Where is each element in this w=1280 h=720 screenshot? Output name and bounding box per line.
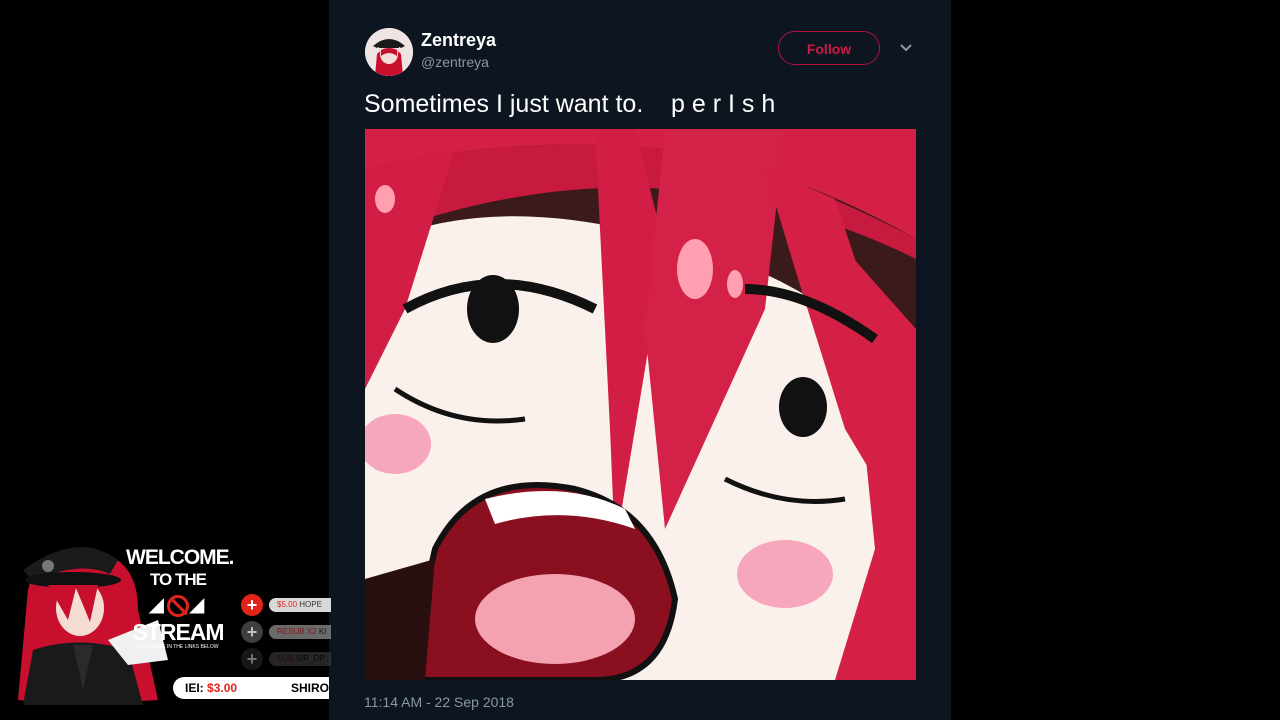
feed-pill: RESUB X2 KI — [269, 625, 331, 639]
plus-icon: + — [241, 621, 263, 643]
feed-pill: $5.00 HOPE — [269, 598, 331, 612]
welcome-title: WELCOME. — [126, 546, 235, 569]
goal-label: IEI: — [185, 681, 204, 695]
display-name[interactable]: Zentreya — [421, 30, 496, 51]
welcome-stream: STREAM — [132, 619, 224, 645]
tweet-timestamp[interactable]: 11:14 AM - 22 Sep 2018 — [364, 694, 514, 710]
no-sign-icon — [167, 594, 189, 617]
donation-goal-bar: IEI: $3.00 SHIRO — [173, 677, 329, 699]
welcome-banner: WELCOME. TO THE ◢ ◢ STREAM FIND MORE IN T… — [126, 546, 235, 666]
chevron-down-icon[interactable] — [899, 43, 913, 53]
goal-name: SHIRO — [290, 681, 329, 695]
user-handle[interactable]: @zentreya — [421, 54, 489, 70]
welcome-subtitle: TO THE — [149, 570, 207, 589]
plus-icon: + — [241, 648, 263, 670]
tweet-panel: Zentreya @zentreya Follow Sometimes I ju… — [329, 0, 951, 720]
plus-icon: + — [241, 594, 263, 616]
no-symbol-logo: ◢ ◢ — [148, 594, 208, 617]
welcome-small-text: FIND MORE IN THE LINKS BELOW — [137, 644, 219, 650]
avatar[interactable] — [365, 28, 413, 76]
tweet-image[interactable] — [365, 129, 916, 680]
tweet-text: Sometimes I just want to. p e r I s h — [364, 90, 776, 118]
goal-amount: $3.00 — [207, 681, 238, 695]
follow-button[interactable]: Follow — [778, 31, 880, 65]
feed-pill: SUB SIR_DP — [269, 652, 331, 666]
